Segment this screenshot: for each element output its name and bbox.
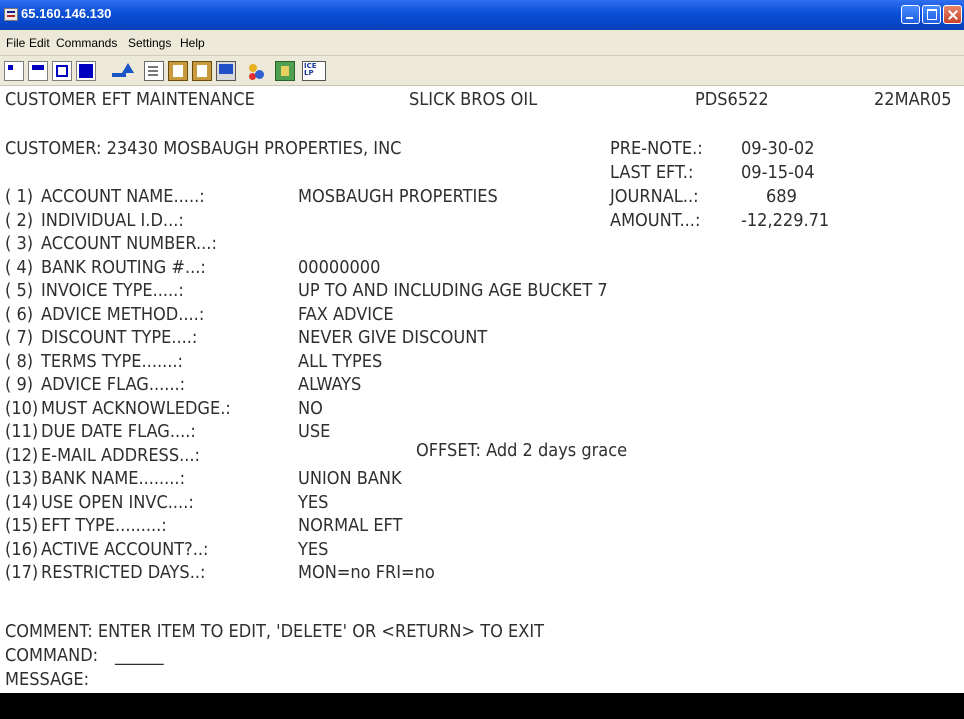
last-eft-value: 09-15-04 [741, 162, 815, 183]
terminal-app-icon[interactable] [4, 8, 18, 21]
field-label: ADVICE FLAG......: [41, 374, 186, 395]
color-swatch-4-icon[interactable] [76, 61, 96, 81]
field-label: E-MAIL ADDRESS...: [41, 445, 201, 466]
menu-bar: File Edit Commands Settings Help [0, 30, 964, 56]
prenote-value: 09-30-02 [741, 138, 815, 159]
maximize-button[interactable] [922, 5, 941, 24]
field-number[interactable]: (10) [5, 398, 38, 420]
field-label: USE OPEN INVC....: [41, 492, 194, 513]
color-swatch-1-icon[interactable] [4, 61, 24, 81]
macro-icon[interactable] [275, 61, 295, 81]
prenote-label: PRE-NOTE.: [610, 138, 703, 159]
terminal-screen[interactable]: CUSTOMER EFT MAINTENANCE SLICK BROS OIL … [0, 86, 964, 719]
screen-date: 22MAR05 [874, 89, 952, 110]
field-number[interactable]: ( 3) [5, 233, 33, 255]
menu-help[interactable]: Help [180, 36, 205, 50]
field-value: MON=no FRI=no [298, 562, 435, 583]
toolbar: ICE LP [0, 56, 964, 86]
command-input[interactable]: ______ [115, 645, 164, 667]
field-number[interactable]: (15) [5, 515, 38, 537]
field-value: ALL TYPES [298, 351, 383, 372]
color-swatch-3-icon[interactable] [52, 61, 72, 81]
field-value: UNION BANK [298, 468, 402, 489]
field-number[interactable]: (12) [5, 445, 38, 467]
last-eft-label: LAST EFT.: [610, 162, 694, 183]
field-label: BANK ROUTING #...: [41, 257, 206, 278]
field-number[interactable]: ( 1) [5, 186, 33, 208]
field-label: MUST ACKNOWLEDGE.: [41, 398, 231, 419]
field-number[interactable]: ( 9) [5, 374, 33, 396]
amount-label: AMOUNT...: [610, 210, 701, 231]
field-label: INDIVIDUAL I.D...: [41, 210, 184, 231]
window-title: 65.160.146.130 [21, 6, 112, 21]
screen-icon[interactable] [216, 61, 236, 81]
field-number[interactable]: ( 4) [5, 257, 33, 279]
field-value: 00000000 [298, 257, 381, 278]
field-number[interactable]: (17) [5, 562, 38, 584]
paste-icon[interactable] [168, 61, 188, 81]
colors-icon[interactable] [246, 61, 266, 81]
minimize-button[interactable] [901, 5, 920, 24]
field-label: INVOICE TYPE.....: [41, 280, 184, 301]
field-label: BANK NAME........: [41, 468, 186, 489]
amount-value: -12,229.71 [741, 210, 830, 231]
field-label: DISCOUNT TYPE....: [41, 327, 198, 348]
field-label: TERMS TYPE.......: [41, 351, 183, 372]
field-value: MOSBAUGH PROPERTIES [298, 186, 498, 207]
field-value: YES [298, 492, 329, 513]
menu-edit[interactable]: Edit [29, 36, 50, 50]
field-number[interactable]: (13) [5, 468, 38, 490]
menu-file[interactable]: File [6, 36, 25, 50]
copy-icon[interactable] [144, 61, 164, 81]
field-number[interactable]: ( 8) [5, 351, 33, 373]
command-label: COMMAND: [5, 645, 99, 666]
field-value: UP TO AND INCLUDING AGE BUCKET 7 [298, 280, 608, 301]
field-label: RESTRICTED DAYS..: [41, 562, 206, 583]
company-name: SLICK BROS OIL [409, 89, 538, 110]
title-bar: 65.160.146.130 [0, 0, 964, 30]
journal-value: 689 [766, 186, 797, 207]
program-id: PDS6522 [695, 89, 769, 110]
field-value: NORMAL EFT [298, 515, 403, 536]
customer-line: CUSTOMER: 23430 MOSBAUGH PROPERTIES, INC [5, 138, 402, 159]
field-label: ACCOUNT NAME.....: [41, 186, 205, 207]
offset-note: OFFSET: Add 2 days grace [416, 440, 628, 461]
paste-special-icon[interactable] [192, 61, 212, 81]
color-swatch-2-icon[interactable] [28, 61, 48, 81]
close-button[interactable] [943, 5, 962, 24]
field-number[interactable]: (11) [5, 421, 38, 443]
field-label: DUE DATE FLAG....: [41, 421, 196, 442]
field-number[interactable]: ( 7) [5, 327, 33, 349]
comment-line: COMMENT: ENTER ITEM TO EDIT, 'DELETE' OR… [5, 621, 544, 642]
message-label: MESSAGE: [5, 669, 90, 690]
field-number[interactable]: ( 2) [5, 210, 33, 232]
field-number[interactable]: ( 5) [5, 280, 33, 302]
print-icon-text: ICE LP [304, 62, 317, 77]
field-number[interactable]: (14) [5, 492, 38, 514]
field-number[interactable]: (16) [5, 539, 38, 561]
journal-label: JOURNAL..: [610, 186, 699, 207]
field-value: YES [298, 539, 329, 560]
field-value: NO [298, 398, 323, 419]
status-bar [0, 693, 964, 719]
field-value: ALWAYS [298, 374, 362, 395]
ice-lp-print-icon[interactable]: ICE LP [302, 61, 326, 81]
screen-title: CUSTOMER EFT MAINTENANCE [5, 89, 255, 110]
field-value: NEVER GIVE DISCOUNT [298, 327, 488, 348]
field-value: USE [298, 421, 331, 442]
field-label: ADVICE METHOD....: [41, 304, 205, 325]
menu-commands[interactable]: Commands [56, 36, 117, 50]
field-label: ACCOUNT NUMBER...: [41, 233, 217, 254]
send-arrow-icon[interactable] [110, 61, 134, 81]
field-value: FAX ADVICE [298, 304, 394, 325]
menu-settings[interactable]: Settings [128, 36, 171, 50]
field-label: EFT TYPE.........: [41, 515, 167, 536]
field-label: ACTIVE ACCOUNT?..: [41, 539, 209, 560]
field-number[interactable]: ( 6) [5, 304, 33, 326]
